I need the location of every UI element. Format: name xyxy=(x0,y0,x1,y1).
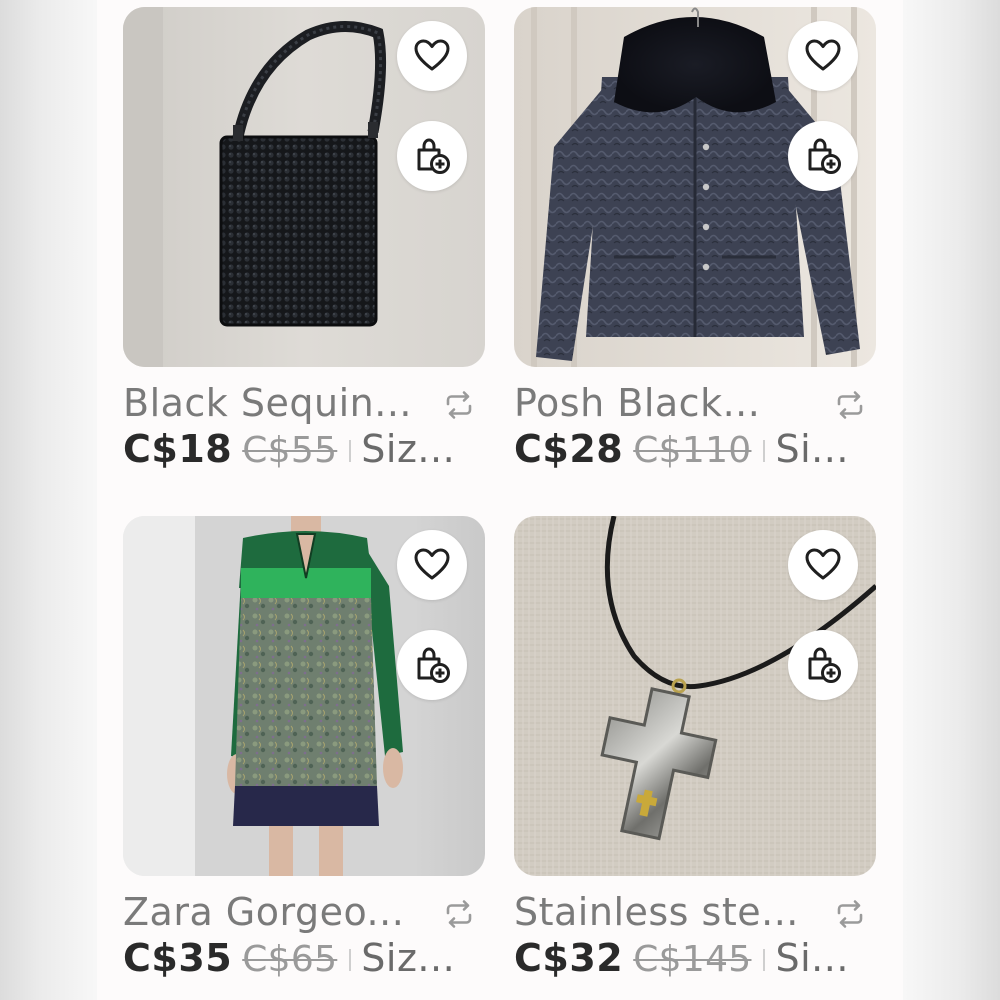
divider xyxy=(349,949,352,971)
listing-card[interactable]: Zara Gorgeo... C$35 C$65 Siz... xyxy=(123,516,485,984)
original-price: C$55 xyxy=(242,430,338,471)
listing-image[interactable] xyxy=(123,7,485,367)
shopping-bag-plus-icon xyxy=(417,138,450,174)
listing-title[interactable]: Zara Gorgeo... xyxy=(123,890,413,934)
share-button[interactable] xyxy=(441,896,477,932)
divider xyxy=(763,949,766,971)
listing-card[interactable]: Posh Black... C$28 C$110 Si... xyxy=(514,7,876,475)
like-button[interactable] xyxy=(397,21,467,91)
listing-price: C$35 xyxy=(123,936,233,980)
shopping-bag-plus-icon xyxy=(417,647,450,683)
divider xyxy=(349,440,352,462)
heart-icon xyxy=(805,548,841,580)
listing-image[interactable] xyxy=(123,516,485,876)
original-price: C$110 xyxy=(633,430,752,471)
listing-price: C$18 xyxy=(123,427,233,471)
listing-title[interactable]: Black Sequin... xyxy=(123,381,413,425)
add-to-bundle-button[interactable] xyxy=(397,630,467,700)
listing-title[interactable]: Stainless ste... xyxy=(514,890,804,934)
share-button[interactable] xyxy=(832,387,868,423)
original-price: C$145 xyxy=(633,939,752,980)
add-to-bundle-button[interactable] xyxy=(397,121,467,191)
share-repost-icon xyxy=(837,900,863,928)
listing-image[interactable] xyxy=(514,7,876,367)
share-repost-icon xyxy=(446,391,472,419)
listing-price: C$32 xyxy=(514,936,624,980)
listing-card[interactable]: Stainless ste... C$32 C$145 Si... xyxy=(514,516,876,984)
share-button[interactable] xyxy=(441,387,477,423)
listing-image[interactable] xyxy=(514,516,876,876)
listing-size: Si... xyxy=(775,427,849,471)
add-to-bundle-button[interactable] xyxy=(788,121,858,191)
listing-size: Siz... xyxy=(361,427,456,471)
add-to-bundle-button[interactable] xyxy=(788,630,858,700)
heart-icon xyxy=(414,548,450,580)
original-price: C$65 xyxy=(242,939,338,980)
listing-size: Siz... xyxy=(361,936,456,980)
divider xyxy=(763,440,766,462)
heart-icon xyxy=(414,39,450,71)
listing-size: Si... xyxy=(775,936,849,980)
share-repost-icon xyxy=(837,391,863,419)
like-button[interactable] xyxy=(788,21,858,91)
shopping-bag-plus-icon xyxy=(808,647,841,683)
listing-title[interactable]: Posh Black... xyxy=(514,381,804,425)
share-repost-icon xyxy=(446,900,472,928)
like-button[interactable] xyxy=(788,530,858,600)
listing-card[interactable]: Black Sequin... C$18 C$55 Siz... xyxy=(123,7,485,475)
shopping-bag-plus-icon xyxy=(808,138,841,174)
heart-icon xyxy=(805,39,841,71)
listing-price: C$28 xyxy=(514,427,624,471)
share-button[interactable] xyxy=(832,896,868,932)
like-button[interactable] xyxy=(397,530,467,600)
